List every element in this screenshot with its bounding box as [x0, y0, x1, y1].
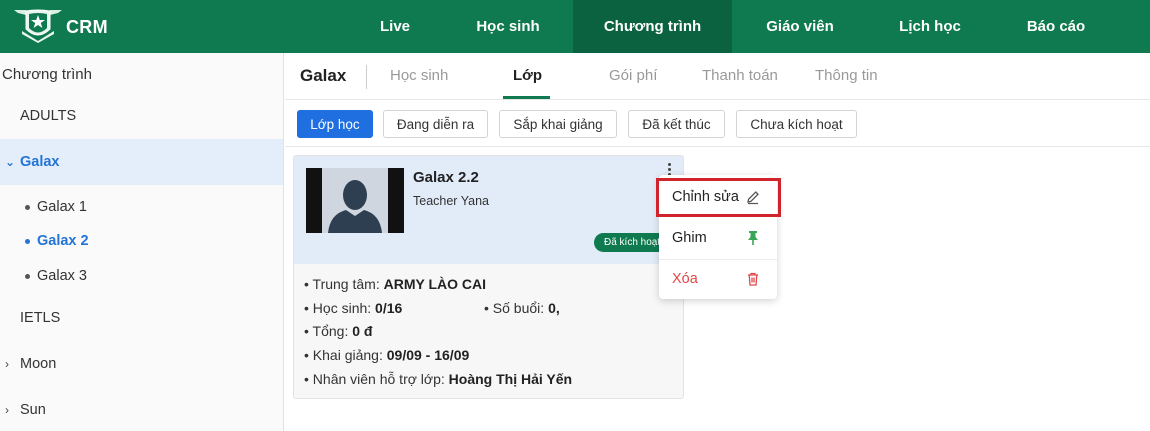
- crm-logo-icon: [12, 7, 64, 48]
- menu-item-label: Ghim: [672, 230, 707, 246]
- nav-hoc-sinh[interactable]: Học sinh: [462, 0, 554, 53]
- pin-icon: [748, 231, 758, 245]
- filter-da-ket-thuc-button[interactable]: Đã kết thúc: [628, 110, 725, 138]
- nav-bao-cao[interactable]: Báo cáo: [1012, 0, 1100, 53]
- top-nav-bar: CRM Live Học sinh Chương trình Giáo viên…: [0, 0, 1150, 53]
- sidebar-item-label: Galax 2: [37, 233, 89, 249]
- user-silhouette-icon: [322, 168, 388, 233]
- avatar-placeholder: [306, 168, 404, 233]
- info-label: • Nhân viên hỗ trợ lớp:: [304, 371, 445, 387]
- sidebar-item-galax-3[interactable]: Galax 3: [0, 260, 283, 292]
- sidebar-item-label: Galax 1: [37, 199, 87, 215]
- info-opening: • Khai giảng: 09/09 - 16/09: [304, 347, 469, 363]
- page-title: Galax: [300, 66, 347, 85]
- filter-dang-dien-ra-button[interactable]: Đang diễn ra: [383, 110, 488, 138]
- sidebar-item-label: IETLS: [20, 310, 61, 326]
- chevron-right-icon: ›: [5, 403, 9, 417]
- tab-hoc-sinh[interactable]: Học sinh: [390, 67, 448, 84]
- bullet-icon: [25, 273, 30, 279]
- sidebar-item-label: Sun: [20, 402, 46, 418]
- info-label: • Tổng:: [304, 323, 349, 339]
- edit-menu-item[interactable]: Chỉnh sửa: [659, 178, 777, 216]
- sidebar-item-galax[interactable]: ⌄ Galax: [0, 139, 283, 185]
- info-value: 0,: [548, 300, 560, 316]
- filter-sap-khai-giang-button[interactable]: Sắp khai giảng: [499, 110, 617, 138]
- info-students: • Học sinh: 0/16: [304, 300, 402, 316]
- tab-thong-tin[interactable]: Thông tin: [815, 67, 878, 84]
- sidebar-item-label: Galax 3: [37, 268, 87, 284]
- nav-live[interactable]: Live: [360, 0, 430, 53]
- info-value: 0 đ: [352, 323, 373, 339]
- class-title: Galax 2.2: [413, 169, 479, 186]
- tab-lop[interactable]: Lớp: [513, 67, 542, 84]
- info-value: 09/09 - 16/09: [386, 347, 470, 363]
- pencil-icon: [747, 191, 759, 205]
- info-value: Hoàng Thị Hải Yến: [448, 371, 573, 387]
- bullet-icon: [25, 238, 30, 244]
- delete-menu-item[interactable]: Xóa: [659, 260, 777, 298]
- brand-name: CRM: [66, 16, 108, 37]
- info-sessions: • Số buổi: 0,: [484, 300, 560, 316]
- sidebar-item-adults[interactable]: ADULTS: [0, 100, 283, 132]
- nav-lich-hoc[interactable]: Lịch học: [885, 0, 975, 53]
- bullet-icon: [25, 204, 30, 210]
- sidebar-item-sun[interactable]: › Sun: [0, 394, 283, 426]
- divider: [285, 146, 1150, 147]
- tab-goi-phi[interactable]: Gói phí: [609, 67, 657, 84]
- chevron-right-icon: ›: [5, 357, 9, 371]
- tab-thanh-toan[interactable]: Thanh toán: [702, 67, 778, 84]
- info-label: • Số buổi:: [484, 300, 545, 316]
- menu-item-label: Chỉnh sửa: [672, 189, 739, 205]
- class-teacher: Teacher Yana: [413, 194, 489, 208]
- divider: [366, 65, 367, 89]
- chevron-down-icon: ⌄: [5, 155, 16, 169]
- info-label: • Học sinh:: [304, 300, 372, 316]
- sidebar-item-label: Galax: [20, 154, 60, 170]
- class-card[interactable]: Galax 2.2 Teacher Yana Đã kích hoạt • Tr…: [293, 155, 684, 399]
- sidebar-item-label: ADULTS: [20, 108, 77, 124]
- pin-menu-item[interactable]: Ghim: [659, 219, 777, 257]
- sidebar-item-galax-1[interactable]: Galax 1: [0, 191, 283, 223]
- class-card-header: Galax 2.2 Teacher Yana Đã kích hoạt: [294, 156, 683, 264]
- filter-lop-hoc-button[interactable]: Lớp học: [297, 110, 373, 138]
- sidebar: Chương trình ADULTS ⌄ Galax Galax 1 Gala…: [0, 53, 284, 431]
- info-center: • Trung tâm: ARMY LÀO CAI: [304, 276, 486, 292]
- divider: [285, 99, 1150, 100]
- info-total: • Tổng: 0 đ: [304, 323, 372, 339]
- sidebar-item-galax-2[interactable]: Galax 2: [0, 225, 283, 257]
- filter-chua-kich-hoat-button[interactable]: Chưa kích hoạt: [736, 110, 857, 138]
- sidebar-item-ietls[interactable]: IETLS: [0, 302, 283, 334]
- brand[interactable]: CRM: [12, 9, 108, 45]
- info-label: • Trung tâm:: [304, 276, 380, 292]
- info-label: • Khai giảng:: [304, 347, 383, 363]
- sidebar-title: Chương trình: [2, 66, 92, 83]
- nav-giao-vien[interactable]: Giáo viên: [752, 0, 848, 53]
- sidebar-item-moon[interactable]: › Moon: [0, 348, 283, 380]
- nav-chuong-trinh[interactable]: Chương trình: [573, 0, 732, 53]
- context-menu: Chỉnh sửa Ghim Xóa: [659, 175, 777, 299]
- info-staff: • Nhân viên hỗ trợ lớp: Hoàng Thị Hải Yế…: [304, 371, 572, 387]
- info-value: ARMY LÀO CAI: [383, 276, 487, 292]
- trash-icon: [748, 272, 758, 286]
- sidebar-item-label: Moon: [20, 356, 57, 372]
- info-value: 0/16: [375, 300, 403, 316]
- menu-item-label: Xóa: [672, 271, 698, 287]
